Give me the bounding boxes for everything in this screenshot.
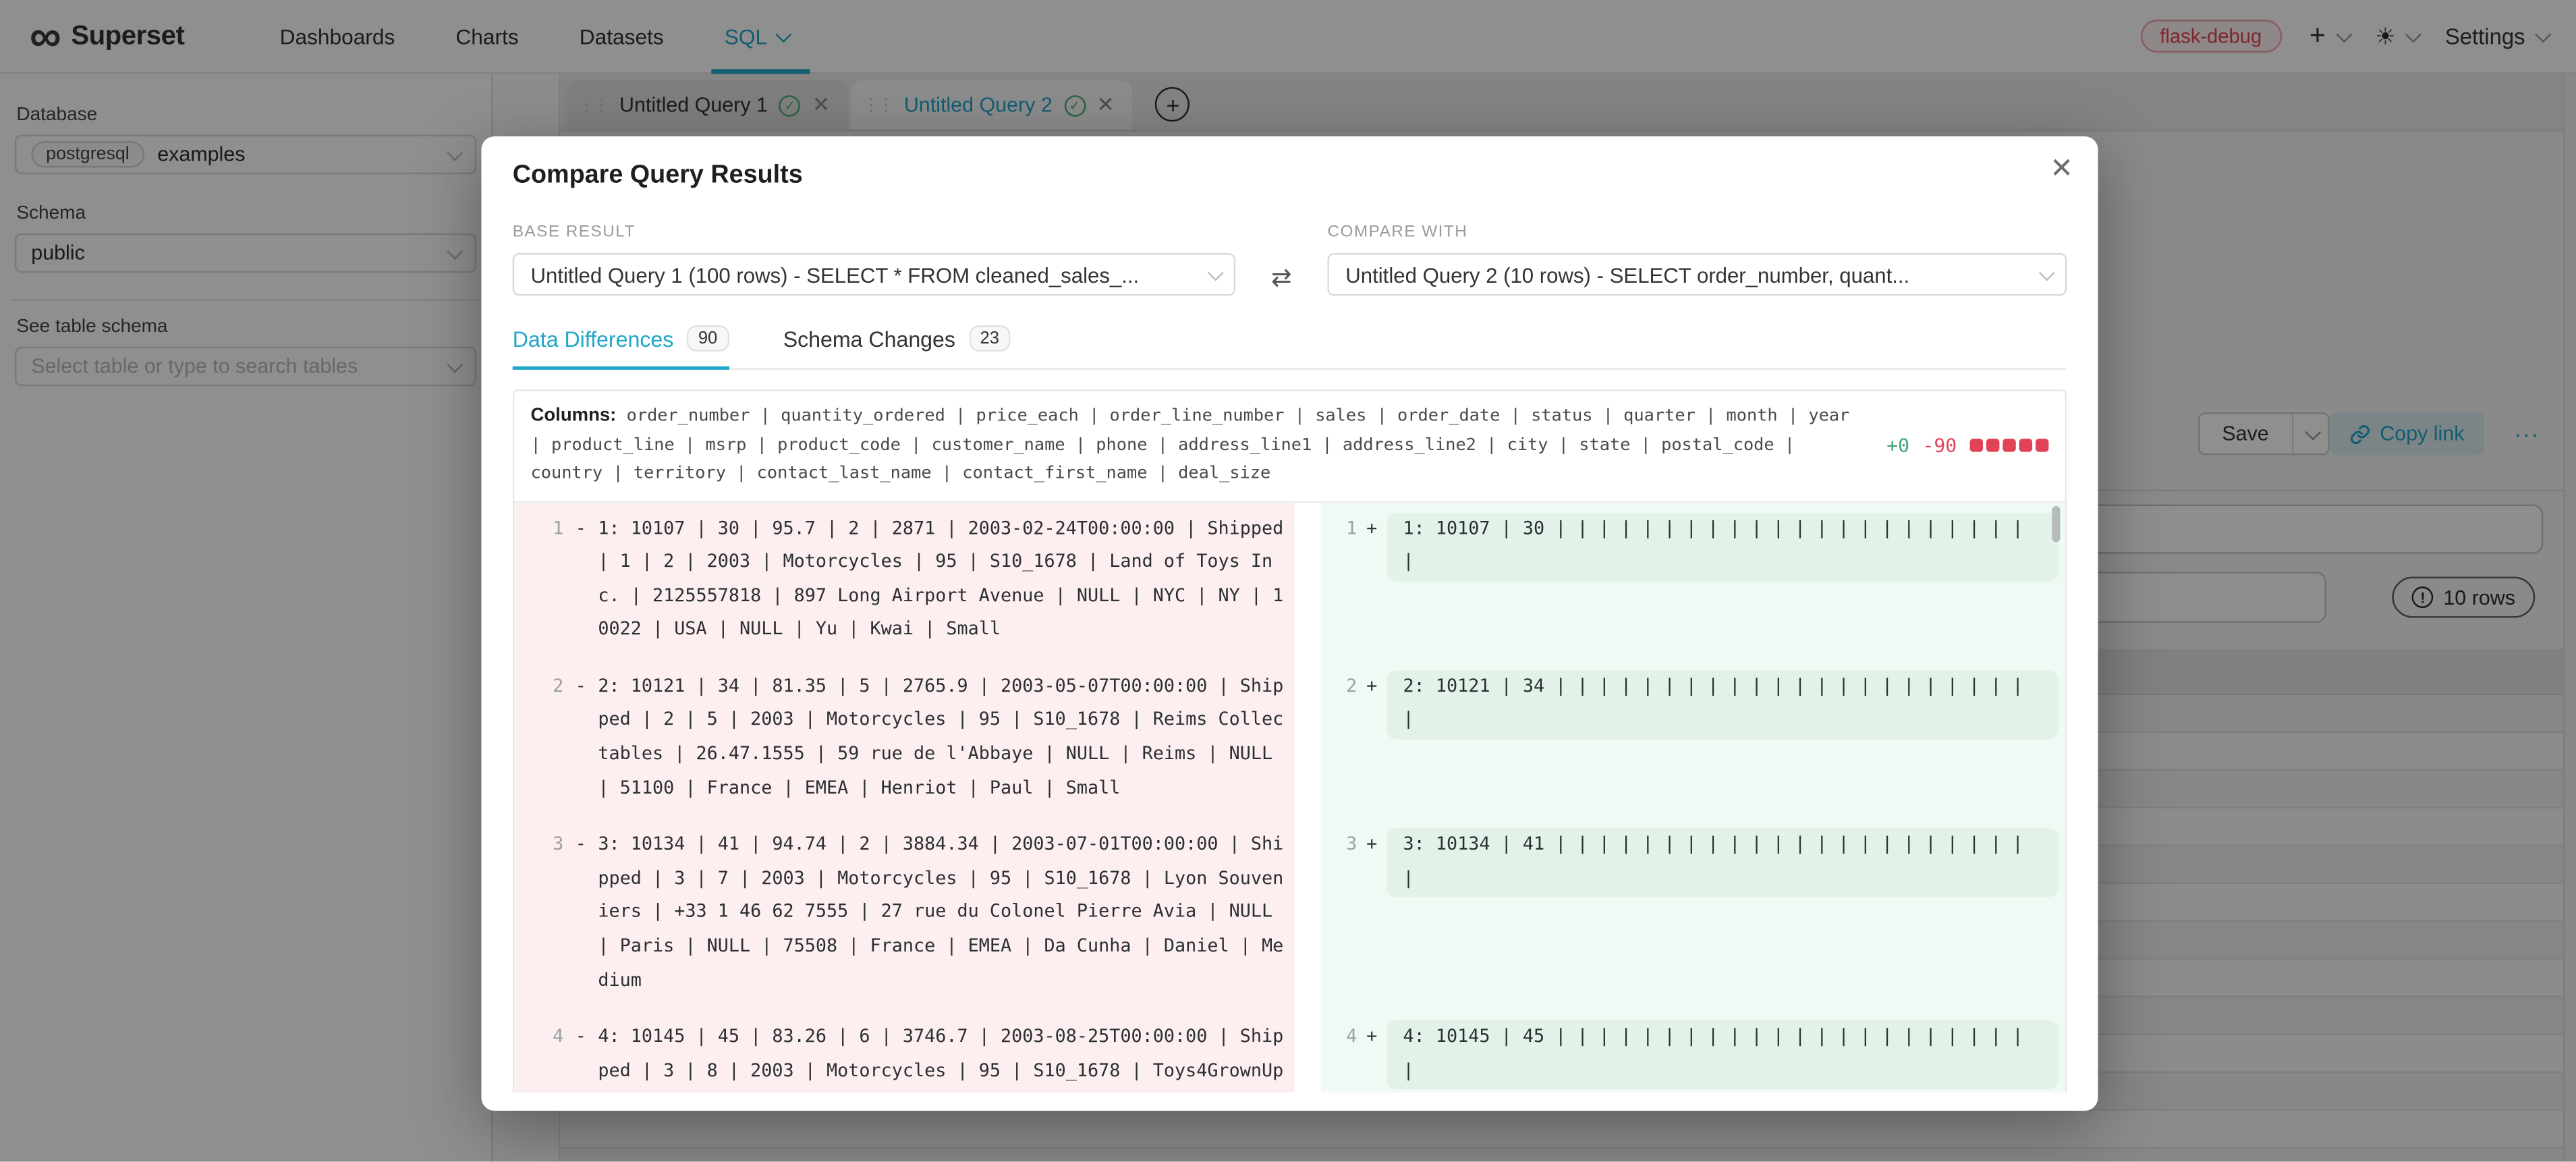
close-icon[interactable]: ✕ bbox=[2050, 158, 2073, 181]
chevron-down-icon bbox=[1208, 264, 1224, 280]
diff-row-removed: 1 - 1: 10107 | 30 | 95.7 | 2 | 2871 | 20… bbox=[514, 502, 1295, 661]
line-number: 4 bbox=[1321, 1021, 1357, 1092]
added-row-text: 2: 10121 | 34 | | | | | | | | | | | | | … bbox=[1403, 675, 2023, 730]
compare-with-label: COMPARE WITH bbox=[1327, 223, 2067, 242]
removed-marker: - bbox=[563, 829, 598, 998]
base-result-label: BASE RESULT bbox=[513, 223, 1235, 242]
columns-label: Columns: bbox=[531, 406, 617, 425]
sql-lab-page: ∞ Superset Dashboards Charts Datasets SQ… bbox=[0, 0, 2576, 1162]
added-row-block: 2: 10121 | 34 | | | | | | | | | | | | | … bbox=[1387, 670, 2059, 740]
added-count: +0 bbox=[1886, 434, 1909, 457]
tab-schema-changes[interactable]: Schema Changes 23 bbox=[783, 325, 1011, 368]
diff-gap bbox=[1295, 502, 1321, 661]
removed-row-text: 3: 10134 | 41 | 94.74 | 2 | 3884.34 | 20… bbox=[598, 829, 1285, 998]
diff-row-added: 1 + 1: 10107 | 30 | | | | | | | | | | | … bbox=[1321, 502, 2065, 661]
data-differences-count: 90 bbox=[687, 325, 729, 352]
added-row-block: 4: 10145 | 45 | | | | | | | | | | | | | … bbox=[1387, 1021, 2059, 1090]
line-number: 1 bbox=[1321, 512, 1357, 648]
removed-marker: - bbox=[563, 512, 598, 648]
added-row-block: 3: 10134 | 41 | | | | | | | | | | | | | … bbox=[1387, 829, 2059, 898]
line-number: 3 bbox=[1321, 829, 1357, 998]
added-row-text: 3: 10134 | 41 | | | | | | | | | | | | | … bbox=[1403, 833, 2023, 889]
added-marker: + bbox=[1357, 1021, 1387, 1092]
added-marker: + bbox=[1357, 512, 1387, 648]
compare-selects-row: BASE RESULT Untitled Query 1 (100 rows) … bbox=[513, 223, 2067, 296]
added-row-block: 1: 10107 | 30 | | | | | | | | | | | | | … bbox=[1387, 512, 2059, 582]
diff-columns-header: Columns: order_number | quantity_ordered… bbox=[514, 391, 2065, 502]
added-marker: + bbox=[1357, 829, 1387, 998]
diff-gap bbox=[1295, 819, 1321, 1011]
line-number: 4 bbox=[514, 1021, 563, 1092]
added-marker: + bbox=[1357, 670, 1387, 806]
diff-legend: +0 -90 bbox=[1886, 434, 2048, 457]
compare-with-value: Untitled Query 2 (10 rows) - SELECT orde… bbox=[1345, 262, 1909, 287]
removed-count: -90 bbox=[1922, 434, 1957, 457]
compare-query-results-modal: ✕ Compare Query Results BASE RESULT Unti… bbox=[481, 136, 2098, 1111]
removed-row-text: 4: 10145 | 45 | 83.26 | 6 | 3746.7 | 200… bbox=[598, 1021, 1285, 1092]
diff-gap bbox=[1295, 661, 1321, 819]
modal-tabs: Data Differences 90 Schema Changes 23 bbox=[513, 325, 2067, 370]
removed-marker: - bbox=[563, 670, 598, 806]
removed-row-text: 2: 10121 | 34 | 81.35 | 5 | 2765.9 | 200… bbox=[598, 670, 1285, 806]
removed-marker: - bbox=[563, 1021, 598, 1092]
base-result-select[interactable]: Untitled Query 1 (100 rows) - SELECT * F… bbox=[513, 253, 1235, 296]
diff-row-removed: 4 - 4: 10145 | 45 | 83.26 | 6 | 3746.7 |… bbox=[514, 1011, 1295, 1092]
tab-schema-changes-label: Schema Changes bbox=[783, 326, 955, 351]
diff-row-added: 3 + 3: 10134 | 41 | | | | | | | | | | | … bbox=[1321, 819, 2065, 1011]
diff-viewport[interactable]: 1 - 1: 10107 | 30 | 95.7 | 2 | 2871 | 20… bbox=[514, 502, 2065, 1092]
added-row-text: 4: 10145 | 45 | | | | | | | | | | | | | … bbox=[1403, 1026, 2023, 1081]
compare-with-select[interactable]: Untitled Query 2 (10 rows) - SELECT orde… bbox=[1327, 253, 2067, 296]
columns-text: order_number | quantity_ordered | price_… bbox=[531, 406, 1850, 482]
diff-columns-list: Columns: order_number | quantity_ordered… bbox=[531, 403, 1864, 489]
line-number: 2 bbox=[514, 670, 563, 806]
diff-row-added: 2 + 2: 10121 | 34 | | | | | | | | | | | … bbox=[1321, 661, 2065, 819]
diff-row-added: 4 + 4: 10145 | 45 | | | | | | | | | | | … bbox=[1321, 1011, 2065, 1092]
diff-row-removed: 2 - 2: 10121 | 34 | 81.35 | 5 | 2765.9 |… bbox=[514, 661, 1295, 819]
diff-gap bbox=[1295, 1011, 1321, 1092]
line-number: 1 bbox=[514, 512, 563, 648]
diff-row-removed: 3 - 3: 10134 | 41 | 94.74 | 2 | 3884.34 … bbox=[514, 819, 1295, 1011]
base-result-value: Untitled Query 1 (100 rows) - SELECT * F… bbox=[531, 262, 1140, 287]
modal-title: Compare Query Results bbox=[513, 161, 2067, 191]
swap-queries-icon[interactable]: ⇄ bbox=[1271, 263, 1292, 293]
chevron-down-icon bbox=[2039, 264, 2055, 280]
tab-data-differences-label: Data Differences bbox=[513, 326, 674, 351]
line-number: 2 bbox=[1321, 670, 1357, 806]
diff-scrollbar-thumb[interactable] bbox=[2052, 505, 2060, 542]
tab-data-differences[interactable]: Data Differences 90 bbox=[513, 325, 729, 368]
removed-intensity-squares bbox=[1970, 439, 2049, 452]
diff-container: Columns: order_number | quantity_ordered… bbox=[513, 389, 2067, 1092]
schema-changes-count: 23 bbox=[968, 325, 1011, 352]
line-number: 3 bbox=[514, 829, 563, 998]
diff-grid: 1 - 1: 10107 | 30 | 95.7 | 2 | 2871 | 20… bbox=[514, 502, 2065, 1092]
added-row-text: 1: 10107 | 30 | | | | | | | | | | | | | … bbox=[1403, 517, 2023, 572]
removed-row-text: 1: 10107 | 30 | 95.7 | 2 | 2871 | 2003-0… bbox=[598, 512, 1285, 648]
